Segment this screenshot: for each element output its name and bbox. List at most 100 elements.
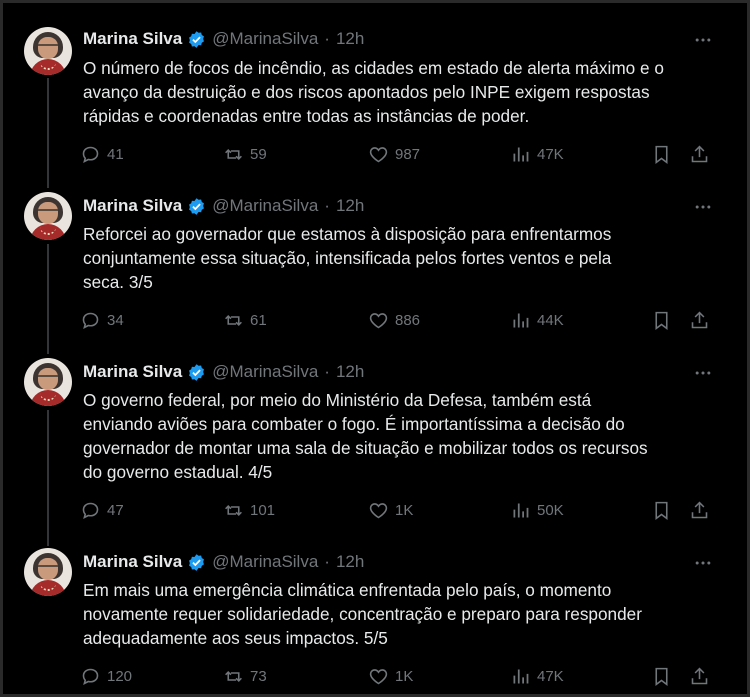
retweet-icon (225, 504, 242, 516)
timestamp[interactable]: 12h (336, 29, 364, 49)
heart-icon (369, 502, 388, 518)
share-button[interactable] (689, 142, 710, 166)
more-icon[interactable] (692, 363, 714, 383)
timestamp[interactable]: 12h (336, 362, 364, 382)
retweet-button[interactable]: 59 (223, 142, 267, 166)
reply-count: 41 (107, 145, 124, 163)
share-icon (691, 501, 708, 518)
views-icon (513, 313, 529, 327)
tweet-text: Reforcei ao governador que estamos à dis… (83, 224, 612, 292)
share-icon (691, 667, 708, 684)
retweet-button[interactable]: 61 (223, 308, 267, 332)
like-count: 1K (395, 501, 414, 519)
like-button[interactable]: 1K (368, 498, 413, 522)
reply-button[interactable]: 41 (80, 142, 124, 166)
timestamp[interactable]: 12h (336, 552, 364, 572)
heart-icon (369, 312, 388, 328)
separator-dot: · (324, 552, 330, 571)
retweet-count: 73 (250, 667, 267, 685)
author-name[interactable]: Marina Silva (83, 196, 182, 216)
share-button[interactable] (689, 498, 710, 522)
separator-dot: · (324, 196, 330, 215)
tweet[interactable]: Marina Silva @MarinaSilva · 12h O govern… (0, 352, 750, 542)
bookmark-button[interactable] (651, 498, 672, 522)
verified-badge-icon (189, 30, 205, 48)
retweet-count: 59 (250, 145, 267, 163)
views-icon (513, 669, 529, 683)
author-name[interactable]: Marina Silva (83, 552, 182, 572)
avatar[interactable] (24, 548, 72, 596)
views-button[interactable]: 47K (510, 142, 564, 166)
separator-dot: · (324, 29, 330, 48)
reply-button[interactable]: 120 (80, 664, 132, 688)
bookmark-icon (655, 501, 668, 520)
views-count: 44K (537, 311, 564, 329)
reply-count: 34 (107, 311, 124, 329)
views-button[interactable]: 50K (510, 498, 564, 522)
reply-count: 47 (107, 501, 124, 519)
verified-badge-icon (189, 197, 205, 215)
retweet-count: 101 (250, 501, 276, 519)
author-handle[interactable]: @MarinaSilva (212, 196, 318, 216)
views-button[interactable]: 47K (510, 664, 564, 688)
share-icon (691, 145, 708, 162)
more-icon[interactable] (692, 553, 714, 573)
views-icon (513, 503, 529, 517)
reply-count: 120 (107, 667, 133, 685)
share-button[interactable] (689, 664, 710, 688)
separator-dot: · (324, 362, 330, 381)
retweet-button[interactable]: 73 (223, 664, 267, 688)
like-count: 1K (395, 667, 414, 685)
reply-icon (82, 668, 99, 685)
bookmark-button[interactable] (651, 664, 672, 688)
tweet[interactable]: Marina Silva @MarinaSilva · 12h O número… (0, 0, 750, 186)
author-name[interactable]: Marina Silva (83, 29, 182, 49)
views-button[interactable]: 44K (510, 308, 564, 332)
author-name[interactable]: Marina Silva (83, 362, 182, 382)
like-count: 987 (395, 145, 421, 163)
author-handle[interactable]: @MarinaSilva (212, 29, 318, 49)
avatar[interactable] (24, 27, 72, 75)
bookmark-button[interactable] (651, 308, 672, 332)
views-count: 47K (537, 667, 564, 685)
like-count: 886 (395, 311, 421, 329)
reply-button[interactable]: 47 (80, 498, 124, 522)
tweet-text: O governo federal, por meio do Ministéri… (83, 390, 648, 482)
more-icon[interactable] (692, 30, 714, 50)
heart-icon (369, 146, 388, 162)
tweet-text: Em mais uma emergência climática enfrent… (83, 580, 642, 648)
tweet-text: O número de focos de incêndio, as cidade… (83, 58, 664, 126)
share-button[interactable] (689, 308, 710, 332)
share-icon (691, 311, 708, 328)
views-count: 47K (537, 145, 564, 163)
views-count: 50K (537, 501, 564, 519)
retweet-button[interactable]: 101 (223, 498, 275, 522)
author-handle[interactable]: @MarinaSilva (212, 362, 318, 382)
verified-badge-icon (189, 363, 205, 381)
reply-icon (82, 146, 99, 163)
like-button[interactable]: 987 (368, 142, 420, 166)
like-button[interactable]: 886 (368, 308, 420, 332)
like-button[interactable]: 1K (368, 664, 413, 688)
retweet-icon (225, 148, 242, 160)
reply-button[interactable]: 34 (80, 308, 124, 332)
tweet[interactable]: Marina Silva @MarinaSilva · 12h Reforcei… (0, 186, 750, 352)
author-handle[interactable]: @MarinaSilva (212, 552, 318, 572)
more-icon[interactable] (692, 197, 714, 217)
reply-icon (82, 502, 99, 519)
verified-badge-icon (189, 553, 205, 571)
retweet-count: 61 (250, 311, 267, 329)
bookmark-button[interactable] (651, 142, 672, 166)
reply-icon (82, 312, 99, 329)
heart-icon (369, 668, 388, 684)
bookmark-icon (655, 667, 668, 686)
timestamp[interactable]: 12h (336, 196, 364, 216)
retweet-icon (225, 670, 242, 682)
retweet-icon (225, 314, 242, 326)
tweet[interactable]: Marina Silva @MarinaSilva · 12h Em mais … (0, 542, 750, 697)
bookmark-icon (655, 311, 668, 330)
avatar[interactable] (24, 192, 72, 240)
avatar[interactable] (24, 358, 72, 406)
views-icon (513, 147, 529, 161)
bookmark-icon (655, 145, 668, 164)
